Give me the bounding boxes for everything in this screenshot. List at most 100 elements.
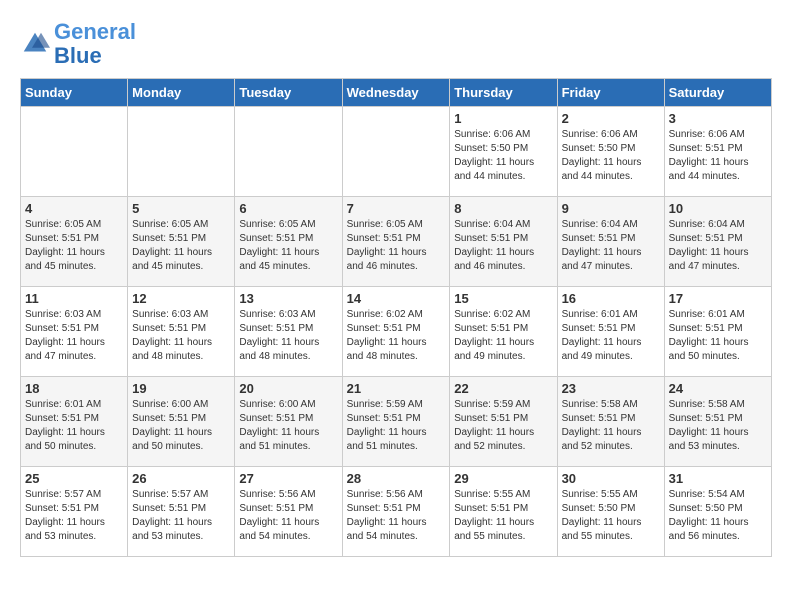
calendar-cell: 11 Sunrise: 6:03 AMSunset: 5:51 PMDayligh… (21, 287, 128, 377)
calendar-cell: 18 Sunrise: 6:01 AMSunset: 5:51 PMDayligh… (21, 377, 128, 467)
calendar-cell: 16 Sunrise: 6:01 AMSunset: 5:51 PMDayligh… (557, 287, 664, 377)
week-row-4: 18 Sunrise: 6:01 AMSunset: 5:51 PMDayligh… (21, 377, 772, 467)
day-number: 17 (669, 291, 767, 306)
day-info: Sunrise: 6:04 AMSunset: 5:51 PMDaylight:… (669, 218, 767, 274)
calendar-cell: 15Sunrise: 6:02 AMSunset: 5:51 PMDayligh… (450, 287, 557, 377)
calendar-cell: 26Sunrise: 5:57 AMSunset: 5:51 PMDayligh… (128, 467, 235, 557)
day-info: Sunrise: 6:05 AMSunset: 5:51 PMDaylight:… (347, 218, 446, 274)
day-info: Sunrise: 6:05 AMSunset: 5:51 PMDaylight:… (239, 218, 337, 274)
day-info: Sunrise: 6:03 AMSunset: 5:51 PMDaylight:… (25, 308, 123, 364)
calendar-cell: 6 Sunrise: 6:05 AMSunset: 5:51 PMDaylight… (235, 197, 342, 287)
weekday-header-tuesday: Tuesday (235, 79, 342, 107)
calendar-cell: 20Sunrise: 6:00 AMSunset: 5:51 PMDayligh… (235, 377, 342, 467)
calendar-cell: 21 Sunrise: 5:59 AMSunset: 5:51 PMDayligh… (342, 377, 450, 467)
calendar-cell: 17 Sunrise: 6:01 AMSunset: 5:51 PMDayligh… (664, 287, 771, 377)
day-number: 20 (239, 381, 337, 396)
weekday-header-row: SundayMondayTuesdayWednesdayThursdayFrid… (21, 79, 772, 107)
calendar-cell: 22 Sunrise: 5:59 AMSunset: 5:51 PMDayligh… (450, 377, 557, 467)
day-number: 13 (239, 291, 337, 306)
day-number: 23 (562, 381, 660, 396)
week-row-2: 4 Sunrise: 6:05 AMSunset: 5:51 PMDaylight… (21, 197, 772, 287)
calendar-cell: 9 Sunrise: 6:04 AMSunset: 5:51 PMDaylight… (557, 197, 664, 287)
logo-icon (20, 29, 50, 59)
day-number: 7 (347, 201, 446, 216)
day-info: Sunrise: 6:01 AMSunset: 5:51 PMDaylight:… (562, 308, 660, 364)
day-info: Sunrise: 6:04 AMSunset: 5:51 PMDaylight:… (562, 218, 660, 274)
day-info: Sunrise: 6:02 AMSunset: 5:51 PMDaylight:… (347, 308, 446, 364)
weekday-header-monday: Monday (128, 79, 235, 107)
day-number: 10 (669, 201, 767, 216)
weekday-header-saturday: Saturday (664, 79, 771, 107)
day-number: 21 (347, 381, 446, 396)
day-number: 4 (25, 201, 123, 216)
day-number: 14 (347, 291, 446, 306)
day-number: 16 (562, 291, 660, 306)
calendar-cell: 8Sunrise: 6:04 AMSunset: 5:51 PMDaylight… (450, 197, 557, 287)
weekday-header-sunday: Sunday (21, 79, 128, 107)
calendar-cell: 1 Sunrise: 6:06 AMSunset: 5:50 PMDaylight… (450, 107, 557, 197)
calendar-cell: 2 Sunrise: 6:06 AMSunset: 5:50 PMDaylight… (557, 107, 664, 197)
day-info: Sunrise: 5:57 AMSunset: 5:51 PMDaylight:… (25, 488, 123, 544)
calendar-cell: 25Sunrise: 5:57 AMSunset: 5:51 PMDayligh… (21, 467, 128, 557)
day-number: 18 (25, 381, 123, 396)
day-info: Sunrise: 5:55 AMSunset: 5:50 PMDaylight:… (562, 488, 660, 544)
day-number: 12 (132, 291, 230, 306)
logo-text: GeneralBlue (54, 20, 136, 68)
day-info: Sunrise: 6:06 AMSunset: 5:51 PMDaylight:… (669, 128, 767, 184)
day-number: 19 (132, 381, 230, 396)
week-row-1: 1 Sunrise: 6:06 AMSunset: 5:50 PMDaylight… (21, 107, 772, 197)
calendar-cell: 3 Sunrise: 6:06 AMSunset: 5:51 PMDaylight… (664, 107, 771, 197)
day-info: Sunrise: 6:06 AMSunset: 5:50 PMDaylight:… (454, 128, 552, 184)
week-row-5: 25Sunrise: 5:57 AMSunset: 5:51 PMDayligh… (21, 467, 772, 557)
calendar-cell: 23 Sunrise: 5:58 AMSunset: 5:51 PMDayligh… (557, 377, 664, 467)
day-info: Sunrise: 5:56 AMSunset: 5:51 PMDaylight:… (347, 488, 446, 544)
day-info: Sunrise: 5:55 AMSunset: 5:51 PMDaylight:… (454, 488, 552, 544)
day-info: Sunrise: 5:58 AMSunset: 5:51 PMDaylight:… (562, 398, 660, 454)
day-number: 6 (239, 201, 337, 216)
week-row-3: 11 Sunrise: 6:03 AMSunset: 5:51 PMDayligh… (21, 287, 772, 377)
day-number: 5 (132, 201, 230, 216)
day-number: 28 (347, 471, 446, 486)
calendar-cell: 7 Sunrise: 6:05 AMSunset: 5:51 PMDaylight… (342, 197, 450, 287)
day-info: Sunrise: 5:54 AMSunset: 5:50 PMDaylight:… (669, 488, 767, 544)
calendar-cell: 13Sunrise: 6:03 AMSunset: 5:51 PMDayligh… (235, 287, 342, 377)
day-number: 1 (454, 111, 552, 126)
calendar-cell: 5 Sunrise: 6:05 AMSunset: 5:51 PMDaylight… (128, 197, 235, 287)
day-info: Sunrise: 5:59 AMSunset: 5:51 PMDaylight:… (347, 398, 446, 454)
calendar-cell (342, 107, 450, 197)
day-number: 22 (454, 381, 552, 396)
calendar-cell (21, 107, 128, 197)
day-number: 27 (239, 471, 337, 486)
day-number: 26 (132, 471, 230, 486)
day-info: Sunrise: 5:58 AMSunset: 5:51 PMDaylight:… (669, 398, 767, 454)
calendar-cell: 28 Sunrise: 5:56 AMSunset: 5:51 PMDayligh… (342, 467, 450, 557)
calendar-cell: 12Sunrise: 6:03 AMSunset: 5:51 PMDayligh… (128, 287, 235, 377)
day-info: Sunrise: 6:01 AMSunset: 5:51 PMDaylight:… (25, 398, 123, 454)
day-info: Sunrise: 6:02 AMSunset: 5:51 PMDaylight:… (454, 308, 552, 364)
day-number: 11 (25, 291, 123, 306)
day-number: 29 (454, 471, 552, 486)
calendar-cell: 14 Sunrise: 6:02 AMSunset: 5:51 PMDayligh… (342, 287, 450, 377)
day-number: 30 (562, 471, 660, 486)
weekday-header-friday: Friday (557, 79, 664, 107)
calendar-cell: 4 Sunrise: 6:05 AMSunset: 5:51 PMDaylight… (21, 197, 128, 287)
day-number: 8 (454, 201, 552, 216)
day-info: Sunrise: 5:56 AMSunset: 5:51 PMDaylight:… (239, 488, 337, 544)
day-info: Sunrise: 6:01 AMSunset: 5:51 PMDaylight:… (669, 308, 767, 364)
weekday-header-wednesday: Wednesday (342, 79, 450, 107)
weekday-header-thursday: Thursday (450, 79, 557, 107)
day-number: 3 (669, 111, 767, 126)
day-info: Sunrise: 6:05 AMSunset: 5:51 PMDaylight:… (132, 218, 230, 274)
calendar-cell: 10 Sunrise: 6:04 AMSunset: 5:51 PMDayligh… (664, 197, 771, 287)
day-info: Sunrise: 6:05 AMSunset: 5:51 PMDaylight:… (25, 218, 123, 274)
logo: GeneralBlue (20, 20, 136, 68)
calendar-table: SundayMondayTuesdayWednesdayThursdayFrid… (20, 78, 772, 557)
calendar-cell: 30 Sunrise: 5:55 AMSunset: 5:50 PMDayligh… (557, 467, 664, 557)
day-number: 9 (562, 201, 660, 216)
day-number: 2 (562, 111, 660, 126)
day-info: Sunrise: 6:00 AMSunset: 5:51 PMDaylight:… (132, 398, 230, 454)
day-info: Sunrise: 5:59 AMSunset: 5:51 PMDaylight:… (454, 398, 552, 454)
day-info: Sunrise: 6:06 AMSunset: 5:50 PMDaylight:… (562, 128, 660, 184)
calendar-cell: 27 Sunrise: 5:56 AMSunset: 5:51 PMDayligh… (235, 467, 342, 557)
calendar-cell: 31Sunrise: 5:54 AMSunset: 5:50 PMDayligh… (664, 467, 771, 557)
